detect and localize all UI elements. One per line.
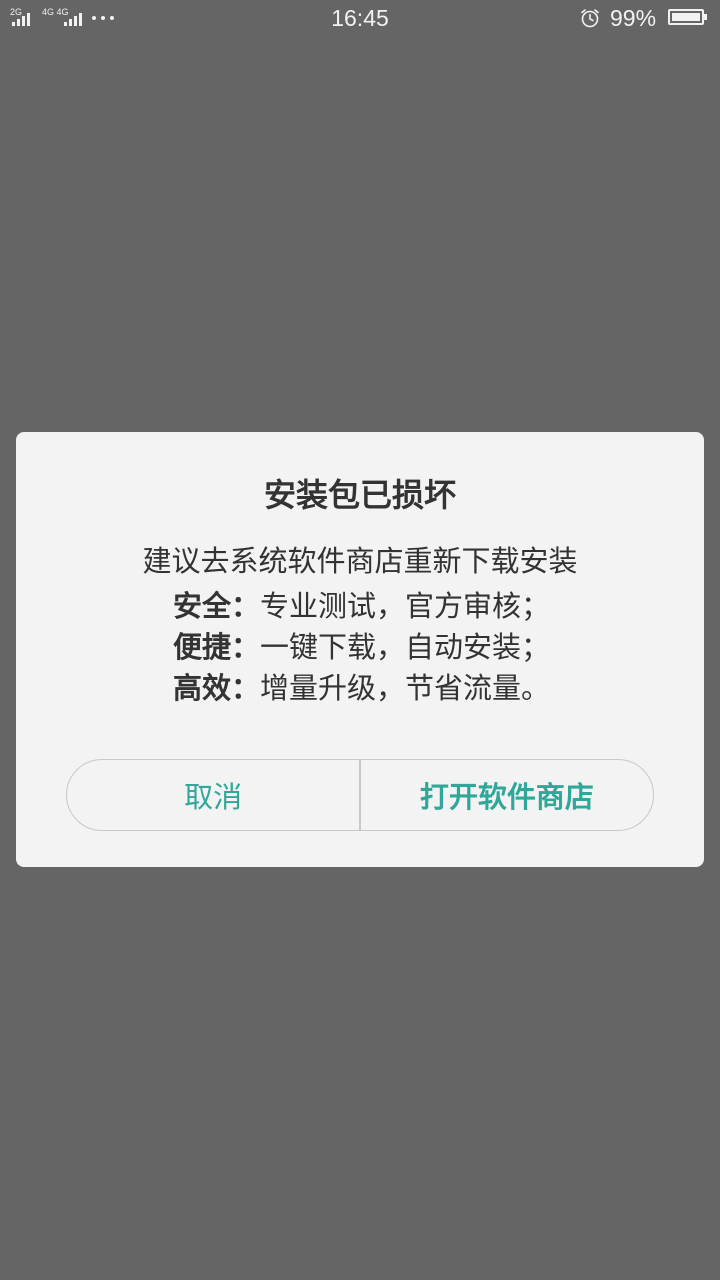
battery-icon bbox=[668, 9, 707, 25]
status-bar: 2G 4G 4G 16:45 99% bbox=[0, 0, 720, 38]
feature-row-security: 安全：专业测试，官方审核； bbox=[173, 586, 704, 627]
cancel-button[interactable]: 取消 bbox=[67, 760, 359, 830]
feature-label: 便捷： bbox=[173, 630, 261, 664]
battery-percent: 99% bbox=[610, 5, 657, 31]
dialog-button-group: 取消 打开软件商店 bbox=[66, 759, 654, 831]
feature-text: 一键下载，自动安装； bbox=[260, 630, 551, 664]
feature-text: 增量升级，节省流量。 bbox=[260, 671, 551, 705]
feature-label: 高效： bbox=[173, 671, 261, 705]
dialog-body: 建议去系统软件商店重新下载安装 安全：专业测试，官方审核； 便捷：一键下载，自动… bbox=[16, 540, 704, 709]
dialog-intro: 建议去系统软件商店重新下载安装 bbox=[142, 544, 578, 578]
feature-list: 安全：专业测试，官方审核； 便捷：一键下载，自动安装； 高效：增量升级，节省流量… bbox=[16, 586, 704, 709]
feature-label: 安全： bbox=[173, 589, 261, 623]
dialog-title: 安装包已损坏 bbox=[263, 476, 456, 514]
open-store-button[interactable]: 打开软件商店 bbox=[361, 760, 653, 830]
feature-row-efficiency: 高效：增量升级，节省流量。 bbox=[173, 668, 704, 709]
alarm-icon bbox=[581, 9, 599, 28]
feature-text: 专业测试，官方审核； bbox=[260, 589, 551, 623]
feature-row-convenience: 便捷：一键下载，自动安装； bbox=[173, 627, 704, 668]
corrupted-package-dialog: 安装包已损坏 建议去系统软件商店重新下载安装 安全：专业测试，官方审核； 便捷：… bbox=[16, 432, 704, 867]
